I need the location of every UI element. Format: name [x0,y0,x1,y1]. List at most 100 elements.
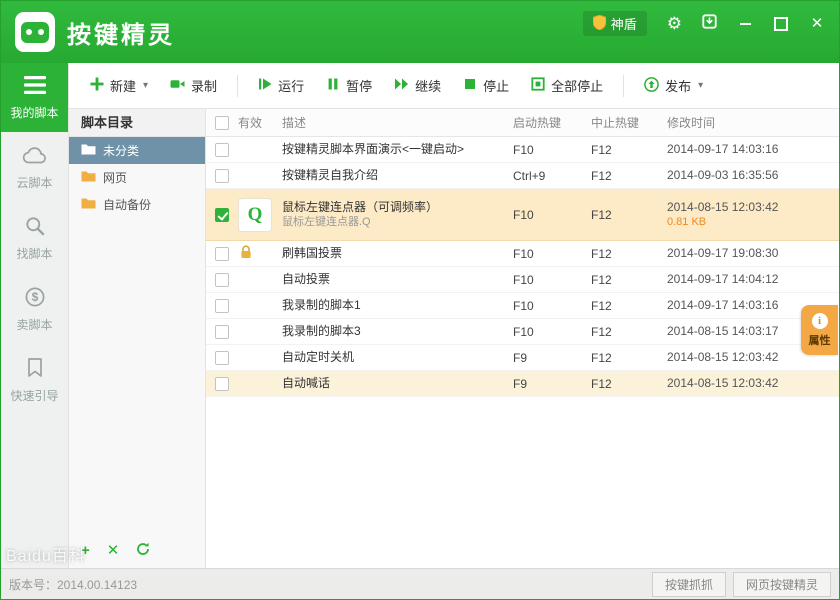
abort-hotkey: F12 [591,377,667,391]
start-hotkey: F10 [513,325,591,339]
shield-button[interactable]: 神盾 [583,11,647,36]
table-row[interactable]: 自动喊话 F9 F12 2014-08-15 12:03:42 [206,371,839,397]
column-header-modified[interactable]: 修改时间 [667,114,839,131]
settings-gear-icon[interactable]: ⚙ [667,15,682,32]
row-checkbox[interactable] [215,377,229,391]
record-button[interactable]: 录制 [159,70,228,101]
stop-button[interactable]: 停止 [452,70,520,101]
sidebar-item-label: 快速引导 [10,387,58,404]
row-checkbox[interactable] [215,351,229,365]
start-hotkey: F10 [513,143,591,157]
sidebar-item-sell-scripts[interactable]: $ 卖脚本 [1,274,68,345]
plus-icon [90,77,104,94]
abort-hotkey: F12 [591,169,667,183]
sidebar-item-label: 卖脚本 [16,316,52,333]
pause-button[interactable]: 暂停 [315,70,383,101]
refresh-button[interactable] [136,542,150,559]
table-row[interactable]: 按键精灵自我介绍 Ctrl+9 F12 2014-09-03 16:35:56 [206,163,839,189]
folder-item-uncategorized[interactable]: 未分类 [69,137,205,164]
resume-button[interactable]: 继续 [383,70,452,101]
pause-icon [326,77,340,94]
flag-icon [25,356,45,380]
modified-time: 2014-09-03 16:35:56 [667,168,839,183]
properties-tab[interactable]: i 属性 [801,305,838,355]
abort-hotkey: F12 [591,208,667,222]
sidebar-item-find-scripts[interactable]: 找脚本 [1,203,68,274]
dollar-icon: $ [24,285,46,309]
folder-label: 网页 [103,169,127,186]
table-row[interactable]: Q 鼠标左键连点器（可调频率） 鼠标左键连点器.Q F10 F12 2014-0… [206,189,839,241]
start-hotkey: Ctrl+9 [513,169,591,183]
folder-icon [81,197,96,212]
tray-icon[interactable] [702,14,717,34]
fast-forward-icon [394,77,409,94]
key-grabber-button[interactable]: 按键抓抓 [652,572,726,597]
script-directory-panel: 脚本目录 未分类 网页 自动备份 + ✕ [69,109,206,568]
table-row[interactable]: 自动定时关机 F9 F12 2014-08-15 12:03:42 [206,345,839,371]
search-icon [24,214,46,238]
row-checkbox[interactable] [215,273,229,287]
script-table: 有效 描述 启动热键 中止热键 修改时间 [206,109,839,568]
camera-icon [170,77,185,94]
row-checkbox[interactable] [215,208,229,222]
minimize-button[interactable] [737,16,753,32]
sidebar-item-cloud-scripts[interactable]: 云脚本 [1,132,68,203]
table-row[interactable]: 按键精灵脚本界面演示<一键启动> F10 F12 2014-09-17 14:0… [206,137,839,163]
stop-all-button[interactable]: 全部停止 [520,70,614,101]
play-icon [258,77,272,94]
close-button[interactable]: ✕ [809,16,825,32]
delete-folder-button[interactable]: ✕ [107,543,120,558]
run-button[interactable]: 运行 [247,70,315,101]
publish-button[interactable]: 发布 ▾ [633,70,714,101]
abort-hotkey: F12 [591,143,667,157]
column-header-description[interactable]: 描述 [282,114,513,131]
content-area: 新建 ▾ 录制 运行 暂停 继续 [69,63,839,568]
folder-label: 未分类 [103,142,139,159]
folder-label: 自动备份 [103,196,151,213]
table-row[interactable]: 刷韩国投票 F10 F12 2014-09-17 19:08:30 [206,241,839,267]
table-row[interactable]: 我录制的脚本3 F10 F12 2014-08-15 14:03:17 [206,319,839,345]
column-header-abort-hotkey[interactable]: 中止热键 [591,114,667,131]
web-quickmacro-button[interactable]: 网页按键精灵 [733,572,831,597]
tree-panel-title: 脚本目录 [69,109,205,137]
script-description: 我录制的脚本1 [282,298,513,313]
table-row[interactable]: 我录制的脚本1 F10 F12 2014-09-17 14:03:16 [206,293,839,319]
table-header-row: 有效 描述 启动热键 中止热键 修改时间 [206,109,839,137]
app-logo-icon [15,12,55,52]
sidebar-item-quick-guide[interactable]: 快速引导 [1,345,68,416]
row-checkbox[interactable] [215,143,229,157]
script-description: 自动定时关机 [282,350,513,365]
select-all-checkbox[interactable] [215,116,229,130]
properties-tab-label: 属性 [809,332,831,348]
new-button[interactable]: 新建 ▾ [79,70,159,101]
toolbar: 新建 ▾ 录制 运行 暂停 继续 [69,63,839,109]
abort-hotkey: F12 [591,299,667,313]
row-checkbox[interactable] [215,325,229,339]
row-checkbox[interactable] [215,299,229,313]
menu-icon [24,73,46,97]
folder-icon [81,170,96,185]
script-filename: 鼠标左键连点器.Q [282,215,513,229]
folder-item-auto-backup[interactable]: 自动备份 [69,191,205,218]
modified-time: 2014-09-17 14:04:12 [667,272,839,287]
column-header-start-hotkey[interactable]: 启动热键 [513,114,591,131]
folder-item-web[interactable]: 网页 [69,164,205,191]
side-navigation: 我的脚本 云脚本 找脚本 $ 卖脚本 [1,63,69,568]
sidebar-item-my-scripts[interactable]: 我的脚本 [1,63,68,132]
sidebar-item-label: 我的脚本 [10,104,58,121]
sidebar-item-label: 云脚本 [16,174,52,191]
abort-hotkey: F12 [591,325,667,339]
row-checkbox[interactable] [215,169,229,183]
sidebar-item-label: 找脚本 [16,245,52,262]
script-description: 自动喊话 [282,376,513,391]
column-header-valid[interactable]: 有效 [238,114,282,131]
shield-icon [593,15,606,33]
table-row[interactable]: 自动投票 F10 F12 2014-09-17 14:04:12 [206,267,839,293]
add-folder-button[interactable]: + [81,543,90,558]
row-checkbox[interactable] [215,247,229,261]
script-description: 按键精灵自我介绍 [282,168,513,183]
maximize-button[interactable] [773,16,789,32]
abort-hotkey: F12 [591,273,667,287]
svg-text:$: $ [31,290,38,304]
upload-circle-icon [644,77,659,95]
